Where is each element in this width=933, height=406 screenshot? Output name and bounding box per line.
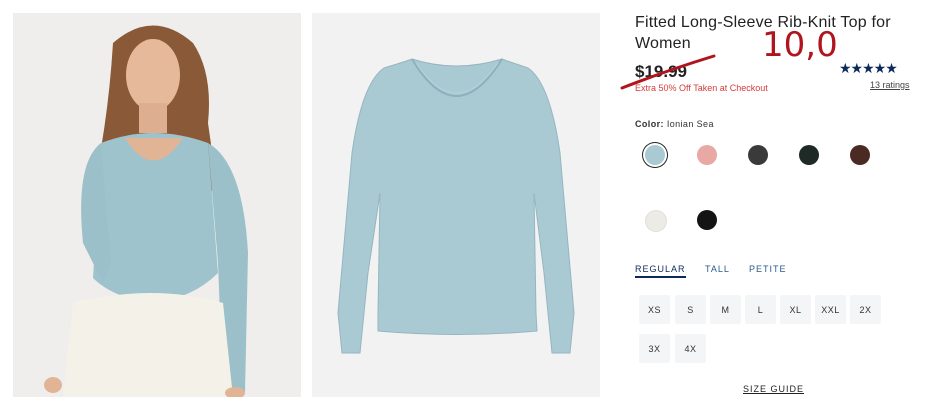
color-swatch-dark-green[interactable] xyxy=(799,145,819,165)
product-photo-model[interactable] xyxy=(13,13,301,397)
color-swatch-ionian-sea[interactable] xyxy=(645,145,665,165)
size-button-xs[interactable]: XS xyxy=(639,295,670,324)
flat-lay-image xyxy=(312,13,600,397)
rating-stars-icon[interactable]: ★★★★★ xyxy=(839,60,898,77)
size-button-3x[interactable]: 3X xyxy=(639,334,670,363)
color-swatch-brown[interactable] xyxy=(850,145,870,165)
tab-tall[interactable]: TALL xyxy=(705,264,730,274)
discount-note: Extra 50% Off Taken at Checkout xyxy=(635,83,768,93)
size-button-2x[interactable]: 2X xyxy=(850,295,881,324)
size-button-4x[interactable]: 4X xyxy=(675,334,706,363)
ratings-count-link[interactable]: 13 ratings xyxy=(870,80,910,90)
tab-regular[interactable]: REGULAR xyxy=(635,264,686,278)
color-label-prefix: Color: xyxy=(635,119,664,129)
product-photo-flat[interactable] xyxy=(312,13,600,397)
color-swatch-black[interactable] xyxy=(697,210,717,230)
handwritten-price-annotation: 10,0 xyxy=(762,25,838,65)
color-label: Color: Ionian Sea xyxy=(635,119,714,129)
tab-petite[interactable]: PETITE xyxy=(749,264,787,274)
color-swatch-cream[interactable] xyxy=(645,210,667,232)
selected-color-name: Ionian Sea xyxy=(666,119,714,129)
color-swatch-dark-gray[interactable] xyxy=(748,145,768,165)
size-button-m[interactable]: M xyxy=(710,295,741,324)
size-button-xl[interactable]: XL xyxy=(780,295,811,324)
size-button-xxl[interactable]: XXL xyxy=(815,295,846,324)
size-button-s[interactable]: S xyxy=(675,295,706,324)
color-swatch-pink[interactable] xyxy=(697,145,717,165)
size-button-l[interactable]: L xyxy=(745,295,776,324)
model-image xyxy=(13,13,301,397)
size-guide-link[interactable]: SIZE GUIDE xyxy=(743,384,804,394)
